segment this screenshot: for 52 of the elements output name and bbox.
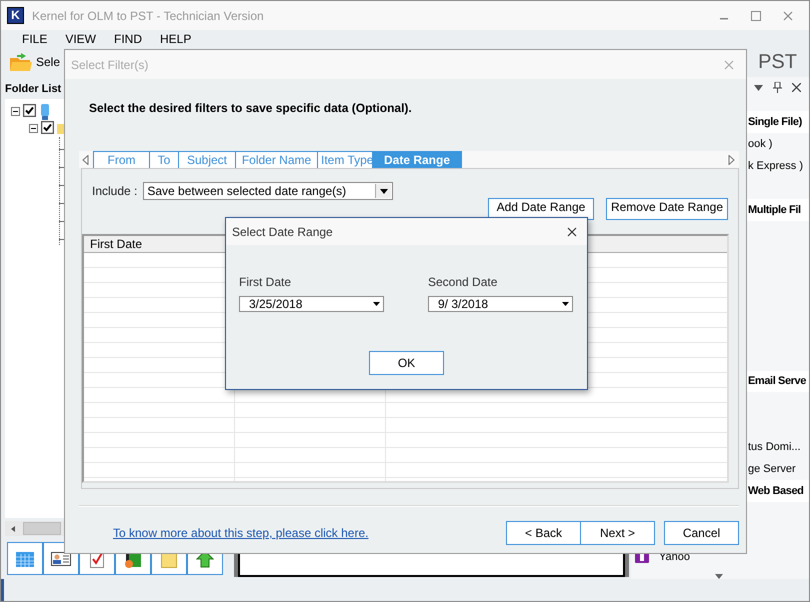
contact-card-icon xyxy=(51,552,71,566)
format-label: tus Domi... xyxy=(748,441,801,454)
maximize-icon[interactable] xyxy=(751,10,761,20)
format-label: Web Based xyxy=(748,485,804,498)
scroll-left-icon[interactable] xyxy=(82,155,89,165)
banner-text: PST xyxy=(758,50,797,74)
caret-icon xyxy=(372,302,380,306)
include-label: Include : xyxy=(92,184,138,198)
format-label: ook ) xyxy=(748,138,772,150)
format-label: Email Serve xyxy=(748,375,806,388)
computer-icon xyxy=(39,104,51,120)
menu-item[interactable]: FILE xyxy=(13,32,56,46)
folder-icon xyxy=(9,52,33,72)
expander-icon[interactable] xyxy=(11,104,20,118)
close-icon[interactable] xyxy=(792,83,801,92)
format-label: Single File) xyxy=(748,116,802,128)
scrollbar-thumb[interactable] xyxy=(23,522,61,535)
pane-title: Folder List xyxy=(4,82,62,97)
format-label: Multiple Fil xyxy=(748,204,801,216)
pin-icon[interactable] xyxy=(773,82,782,94)
date-label: Second Date xyxy=(428,275,498,289)
date-range-button[interactable]: Remove Date Range xyxy=(606,198,728,220)
checkbox[interactable] xyxy=(23,104,36,120)
menu-item[interactable]: HELP xyxy=(151,32,200,46)
app-logo: K xyxy=(7,7,24,24)
scroll-left-icon[interactable] xyxy=(9,524,17,532)
caret-icon xyxy=(380,188,388,194)
format-label: k Express ) xyxy=(748,160,804,172)
menu-item[interactable]: FIND xyxy=(105,32,152,46)
expander-icon[interactable] xyxy=(29,122,38,136)
menu-item[interactable]: VIEW xyxy=(56,32,106,46)
caret-icon xyxy=(562,302,568,306)
wizard-button[interactable]: < Back xyxy=(506,521,581,545)
date-label: First Date xyxy=(239,275,292,289)
checkbox[interactable] xyxy=(41,120,54,136)
dialog-title: Select Filter(s) xyxy=(71,58,148,72)
dialog-title: Select Date Range xyxy=(232,224,333,238)
include-dropdown[interactable]: Save between selected date range(s) xyxy=(143,182,394,200)
scroll-right-icon[interactable] xyxy=(728,155,735,165)
dialog-heading: Select the desired filters to save specific data (Optional). xyxy=(88,101,413,117)
date-picker[interactable]: 9/ 3/2018 xyxy=(428,296,573,312)
select-file-button[interactable]: Sele xyxy=(9,52,60,72)
calendar-icon xyxy=(15,550,35,568)
wizard-button[interactable]: Next > xyxy=(580,521,655,545)
window-title: Kernel for OLM to PST - Technician Version xyxy=(32,8,264,22)
date-picker[interactable]: 3/25/2018 xyxy=(239,296,384,312)
dropdown-icon[interactable] xyxy=(754,84,763,91)
help-link[interactable]: To know more about this step, please click here. xyxy=(113,526,368,540)
ok-button[interactable]: OK xyxy=(369,351,444,375)
format-label: ge Server xyxy=(748,463,796,476)
wizard-button[interactable]: Cancel xyxy=(664,521,739,545)
close-icon[interactable] xyxy=(567,226,577,236)
